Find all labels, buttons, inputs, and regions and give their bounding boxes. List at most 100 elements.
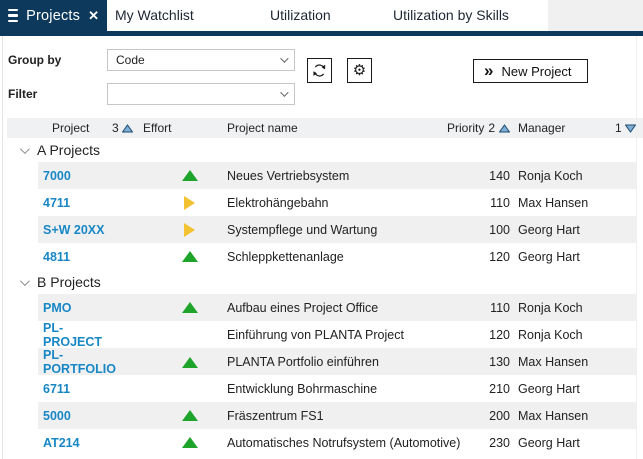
table-row[interactable]: S+W 20XX Systempflege und Wartung 100 Georg… (0, 216, 643, 243)
priority-cell: 230 (489, 435, 510, 450)
close-icon[interactable]: ✕ (88, 9, 99, 22)
filter-select[interactable] (107, 83, 295, 105)
effort-cell (140, 302, 215, 313)
sort-order-number: 2 (488, 121, 496, 135)
project-id-link[interactable]: 4711 (40, 196, 112, 210)
sort-asc-icon (499, 123, 510, 132)
priority-cell: 110 (490, 195, 510, 210)
table-row[interactable]: 4811 Schleppkettenanlage 120 Georg Hart (0, 243, 643, 270)
group-label: B Projects (37, 274, 101, 290)
header-priority-label: Priority (447, 121, 485, 135)
table-row[interactable]: PL-PROJECT Einführung von PLANTA Project 1… (0, 321, 643, 349)
project-id-link[interactable]: PMO (40, 301, 112, 315)
tab-utilization[interactable]: Utilization (270, 0, 331, 31)
new-project-button[interactable]: » New Project (473, 59, 588, 83)
effort-trend-right-icon (184, 222, 195, 237)
project-name-cell: Systempflege und Wartung (227, 222, 378, 237)
manager-cell: Ronja Koch (518, 168, 583, 183)
effort-trend-up-icon (182, 251, 198, 262)
project-id-link[interactable]: AT214 (40, 436, 112, 450)
sort-desc-icon (624, 124, 636, 133)
chevron-down-icon[interactable] (19, 143, 30, 154)
tab-projects-label: Projects (26, 7, 81, 24)
group-by-label: Group by (8, 53, 62, 67)
projects-table: Project 3 Effort Project name Priority 2… (0, 112, 643, 456)
project-id-link[interactable]: 7000 (40, 169, 112, 183)
tab-bar: Projects ✕ My Watchlist Utilization Util… (0, 0, 643, 31)
settings-button[interactable]: ⚙ (347, 58, 372, 83)
project-name-cell: Aufbau eines Project Office (227, 300, 379, 315)
priority-cell: 210 (489, 381, 510, 396)
priority-cell: 200 (489, 408, 510, 423)
effort-trend-up-icon (182, 170, 198, 181)
refresh-button[interactable] (307, 58, 332, 83)
effort-trend-up-icon (182, 410, 198, 421)
effort-cell (140, 251, 215, 262)
table-header-row: Project 3 Effort Project name Priority 2… (0, 118, 643, 138)
priority-cell: 120 (489, 328, 510, 342)
project-id-link[interactable]: 4811 (40, 250, 112, 264)
chevron-down-icon (280, 54, 289, 63)
new-project-label: New Project (501, 63, 572, 79)
project-name-cell: Entwicklung Bohrmaschine (227, 381, 378, 396)
header-manager[interactable]: Manager (510, 121, 615, 135)
tab-projects-active[interactable]: Projects ✕ (0, 0, 107, 31)
table-row[interactable]: 5000 Fräszentrum FS1 200 Max Hansen (0, 402, 643, 429)
project-name-cell: Schleppkettenanlage (227, 249, 344, 264)
table-row[interactable]: 4711 Elektrohängebahn 110 Max Hansen (0, 189, 643, 216)
effort-cell (140, 222, 215, 237)
project-name-cell: PLANTA Portfolio einführen (227, 355, 379, 369)
effort-cell (140, 195, 215, 210)
table-row[interactable]: PL-PORTFOLIO PLANTA Portfolio einführen 13… (0, 348, 643, 376)
table-row[interactable]: AT214 Automatisches Notrufsystem (Automot… (0, 429, 643, 456)
header-project[interactable]: Project (40, 121, 112, 135)
effort-trend-up-icon (182, 302, 198, 313)
filter-label: Filter (8, 87, 38, 101)
project-id-link[interactable]: PL-PORTFOLIO (40, 348, 116, 376)
table-body: A Projects 7000 Neues Vertriebsystem 140 Ron… (0, 138, 643, 456)
priority-cell: 140 (489, 168, 510, 183)
header-row-sort[interactable]: 1 (615, 121, 643, 135)
group-row[interactable]: B Projects (0, 270, 643, 294)
header-project-sort[interactable]: 3 (112, 121, 140, 135)
chevron-down-icon[interactable] (19, 275, 30, 286)
header-project-name[interactable]: Project name (215, 121, 447, 135)
priority-cell: 130 (489, 355, 510, 369)
menu-hamburger-icon[interactable] (8, 8, 19, 23)
effort-cell (140, 410, 215, 421)
table-row[interactable]: 7000 Neues Vertriebsystem 140 Ronja Koch (0, 162, 643, 189)
manager-cell: Max Hansen (518, 195, 589, 210)
manager-cell: Georg Hart (518, 222, 580, 237)
project-id-link[interactable]: 5000 (40, 409, 112, 423)
project-name-cell: Fräszentrum FS1 (227, 408, 324, 423)
project-name-cell: Elektrohängebahn (227, 195, 329, 210)
group-row[interactable]: A Projects (0, 138, 643, 162)
manager-cell: Max Hansen (518, 355, 589, 369)
effort-trend-up-icon (182, 356, 198, 368)
table-row[interactable]: PMO Aufbau eines Project Office 110 Ronja K… (0, 294, 643, 321)
effort-cell (140, 170, 215, 181)
project-name-cell: Einführung von PLANTA Project (227, 328, 404, 342)
toolbar: Group by Code Filter ⚙ » New Project (0, 36, 643, 112)
priority-cell: 100 (489, 222, 510, 237)
table-row[interactable]: 6711 Entwicklung Bohrmaschine 210 Georg Har… (0, 375, 643, 402)
priority-cell: 110 (490, 300, 510, 315)
effort-cell (140, 437, 215, 448)
effort-trend-right-icon (184, 195, 195, 210)
header-priority[interactable]: Priority 2 (447, 121, 510, 135)
project-id-link[interactable]: 6711 (40, 382, 112, 396)
double-chevron-right-icon: » (484, 60, 494, 80)
tab-my-watchlist[interactable]: My Watchlist (115, 0, 194, 31)
projects-window: Projects ✕ My Watchlist Utilization Util… (0, 0, 643, 459)
manager-cell: Ronja Koch (518, 300, 583, 315)
project-id-link[interactable]: S+W 20XX (40, 223, 112, 237)
header-effort[interactable]: Effort (140, 121, 215, 135)
tab-utilization-by-skills[interactable]: Utilization by Skills (393, 0, 509, 31)
group-by-select[interactable]: Code (107, 49, 295, 71)
project-id-link[interactable]: PL-PROJECT (40, 321, 112, 349)
effort-trend-up-icon (182, 437, 198, 448)
project-name-cell: Automatisches Notrufsystem (Automotive) (227, 435, 461, 450)
manager-cell: Georg Hart (518, 381, 580, 396)
chevron-down-icon (280, 88, 289, 97)
sort-order-number: 1 (615, 121, 622, 135)
